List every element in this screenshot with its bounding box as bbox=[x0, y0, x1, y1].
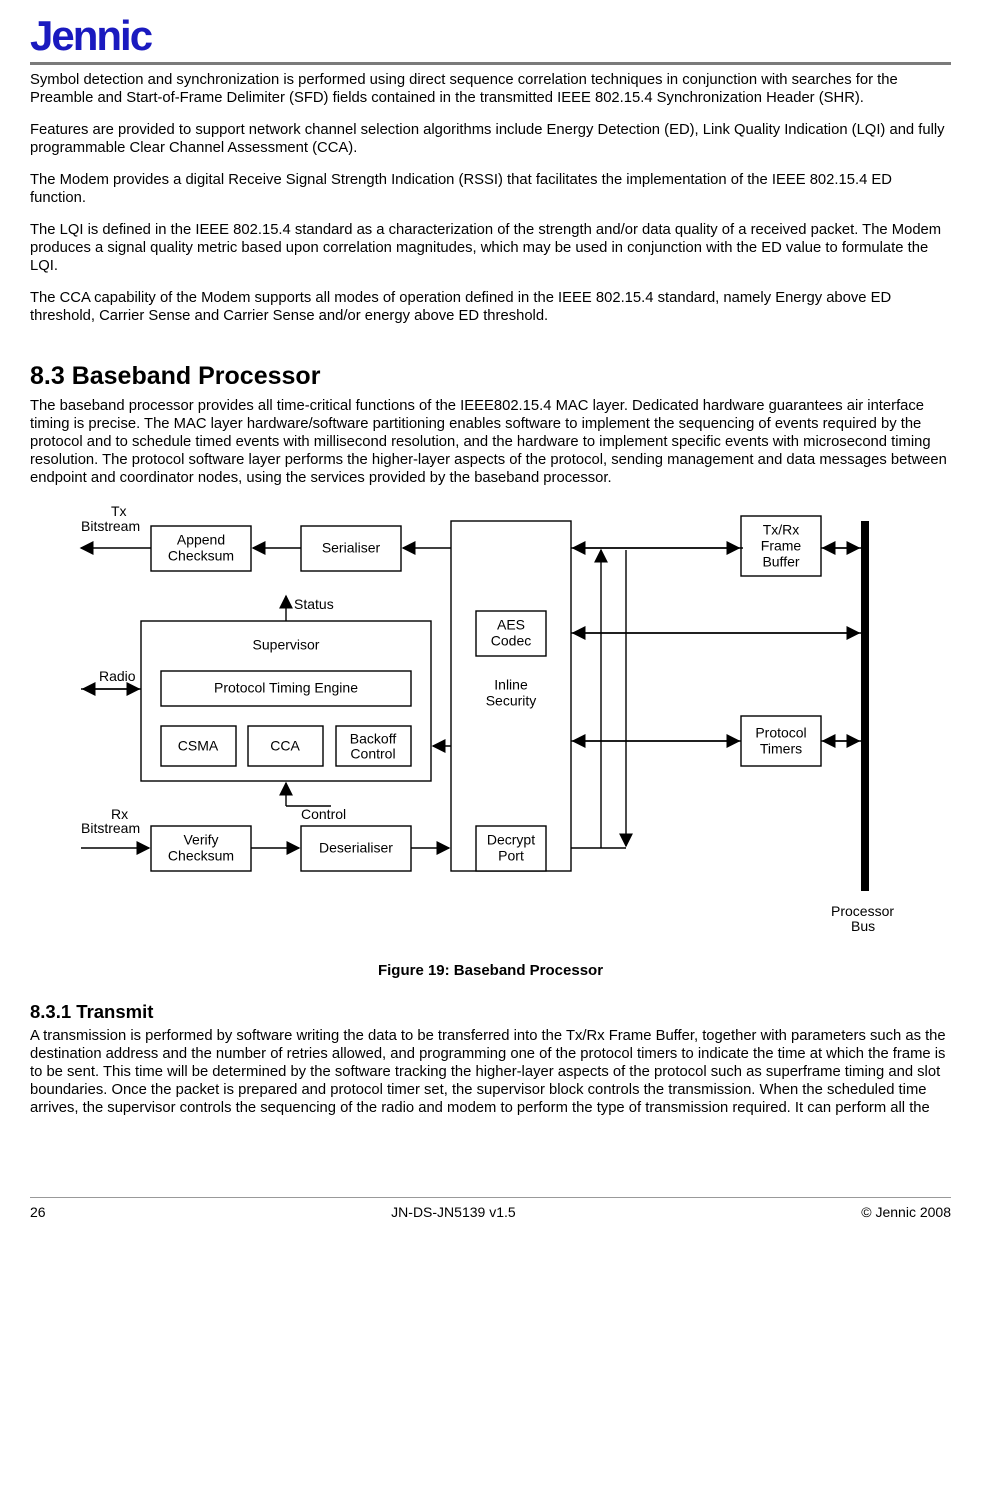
text-aes-1: AES bbox=[496, 616, 524, 632]
text-txrx-1: Tx/Rx bbox=[762, 521, 799, 537]
label-rx-2: Bitstream bbox=[81, 820, 140, 836]
para-rssi: The Modem provides a digital Receive Sig… bbox=[30, 171, 951, 207]
footer-copyright: © Jennic 2008 bbox=[861, 1204, 951, 1220]
text-append-2: Checksum bbox=[167, 547, 233, 563]
label-tx-1: Tx bbox=[111, 503, 127, 519]
text-supervisor: Supervisor bbox=[252, 636, 319, 652]
para-transmit: A transmission is performed by software … bbox=[30, 1027, 951, 1117]
label-processor: Processor bbox=[831, 903, 894, 919]
figure-19: Processor Bus Append Checksum Serialiser… bbox=[51, 501, 931, 979]
text-backoff-1: Backoff bbox=[349, 730, 396, 746]
para-lqi: The LQI is defined in the IEEE 802.15.4 … bbox=[30, 221, 951, 275]
text-backoff-2: Control bbox=[350, 745, 395, 761]
processor-bus-bar bbox=[861, 521, 869, 891]
text-pte: Protocol Timing Engine bbox=[214, 679, 358, 695]
text-decrypt-2: Port bbox=[498, 847, 524, 863]
text-verify-1: Verify bbox=[183, 831, 218, 847]
text-serialiser: Serialiser bbox=[321, 539, 380, 555]
page-footer: 26 JN-DS-JN5139 v1.5 © Jennic 2008 bbox=[30, 1197, 951, 1220]
text-cca: CCA bbox=[270, 737, 300, 753]
label-status: Status bbox=[294, 596, 334, 612]
text-txrx-3: Buffer bbox=[762, 553, 799, 569]
label-control: Control bbox=[301, 806, 346, 822]
text-inline-2: Security bbox=[485, 692, 536, 708]
footer-doc: JN-DS-JN5139 v1.5 bbox=[391, 1204, 516, 1220]
label-radio: Radio bbox=[99, 668, 136, 684]
text-verify-2: Checksum bbox=[167, 847, 233, 863]
footer-page: 26 bbox=[30, 1204, 46, 1220]
brand-logo: Jennic bbox=[30, 12, 951, 60]
text-aes-2: Codec bbox=[490, 632, 530, 648]
header-rule bbox=[30, 62, 951, 65]
text-decrypt-1: Decrypt bbox=[486, 831, 534, 847]
text-deserialiser: Deserialiser bbox=[319, 839, 393, 855]
heading-8-3: 8.3 Baseband Processor bbox=[30, 362, 951, 391]
figure-caption: Figure 19: Baseband Processor bbox=[51, 962, 931, 979]
text-ptimers-2: Timers bbox=[759, 740, 801, 756]
text-csma: CSMA bbox=[177, 737, 218, 753]
heading-8-3-1: 8.3.1 Transmit bbox=[30, 1001, 951, 1023]
para-baseband: The baseband processor provides all time… bbox=[30, 397, 951, 487]
para-synchro: Symbol detection and synchronization is … bbox=[30, 71, 951, 107]
para-features: Features are provided to support network… bbox=[30, 121, 951, 157]
text-txrx-2: Frame bbox=[760, 537, 801, 553]
text-append-1: Append bbox=[176, 531, 224, 547]
label-tx-2: Bitstream bbox=[81, 518, 140, 534]
text-ptimers-1: Protocol bbox=[755, 724, 806, 740]
label-bus: Bus bbox=[851, 918, 875, 934]
text-inline-1: Inline bbox=[494, 676, 528, 692]
para-cca: The CCA capability of the Modem supports… bbox=[30, 289, 951, 325]
